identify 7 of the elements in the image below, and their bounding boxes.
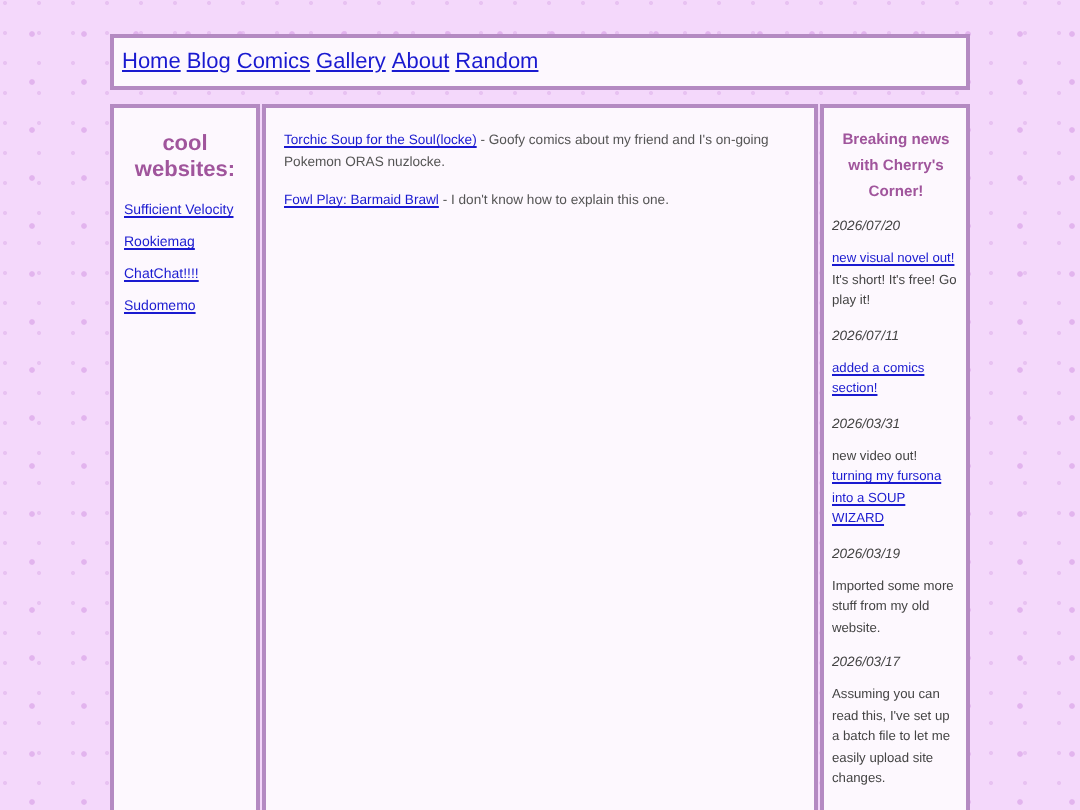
nav-link[interactable]: About — [391, 50, 450, 74]
nav-link[interactable]: Blog — [186, 50, 231, 74]
nav-link[interactable]: Comics — [236, 50, 311, 74]
nav-link[interactable]: Random — [455, 50, 539, 74]
nav-link[interactable]: Home — [122, 50, 181, 74]
nav-link[interactable]: Gallery — [316, 50, 386, 74]
sidebar-title: cool websites: — [132, 132, 238, 184]
